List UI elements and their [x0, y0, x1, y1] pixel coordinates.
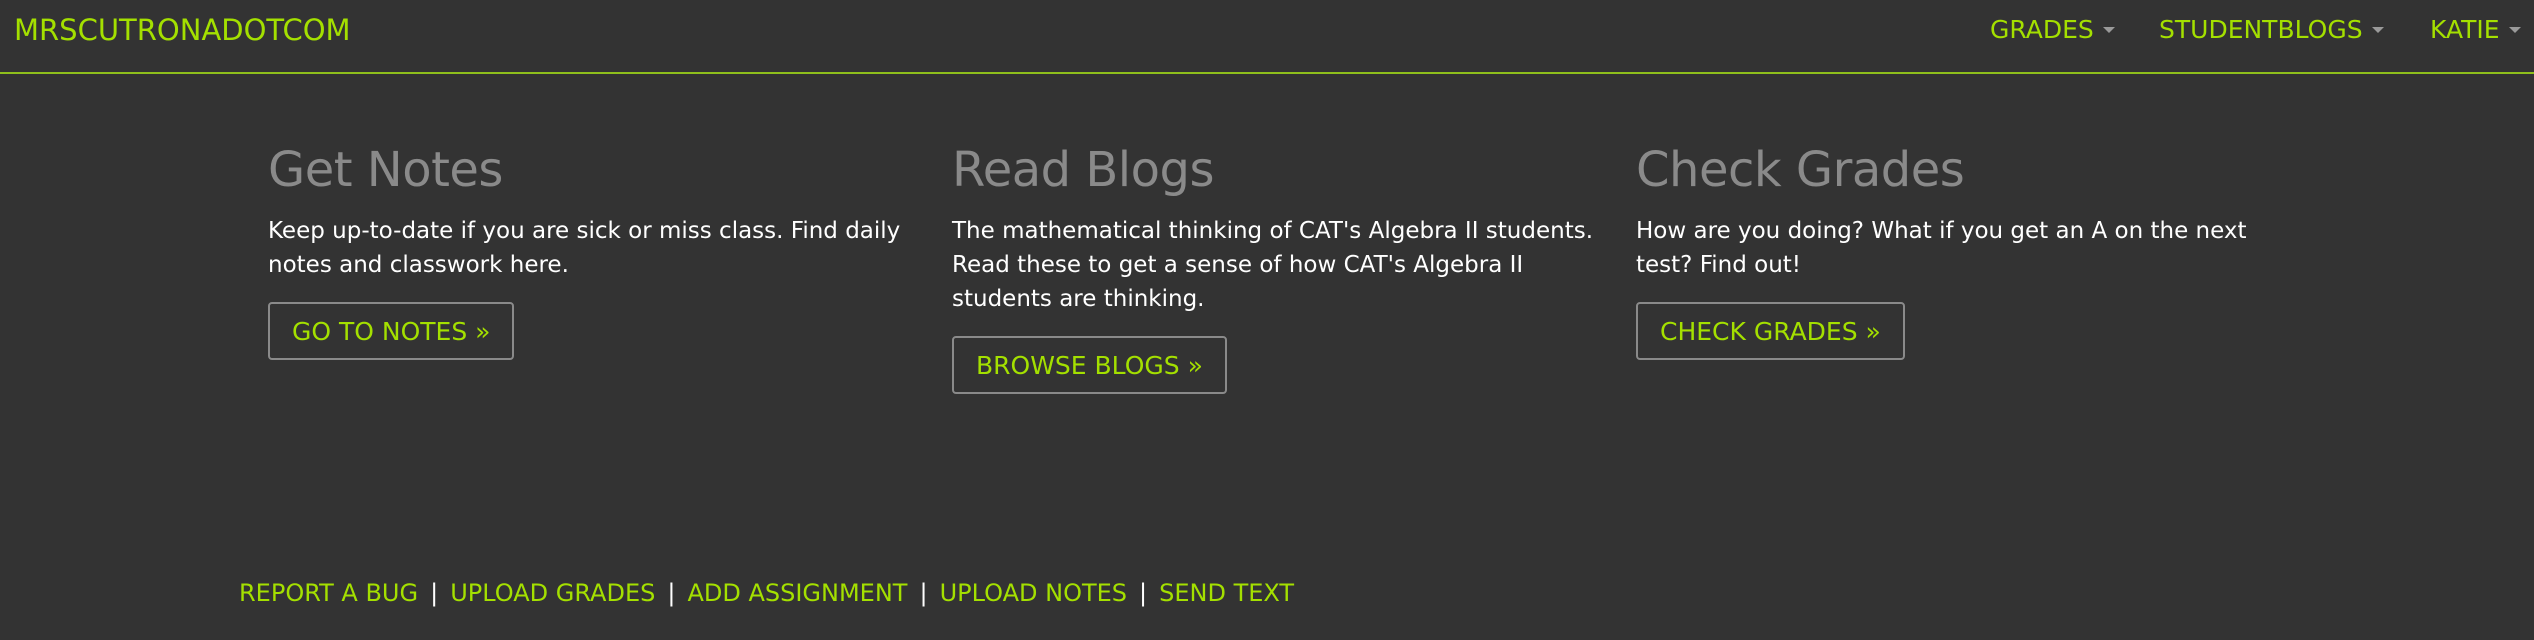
send-text-link[interactable]: SEND TEXT: [1159, 579, 1294, 607]
blogs-section: Read Blogs The mathematical thinking of …: [952, 138, 1602, 394]
report-bug-link[interactable]: REPORT A BUG: [239, 579, 418, 607]
caret-down-icon: [2508, 27, 2521, 33]
notes-heading: Get Notes: [268, 142, 503, 198]
go-to-notes-button[interactable]: GO TO NOTES »: [268, 302, 515, 360]
footer-separator: |: [667, 579, 676, 607]
nav-studentblogs-label: STUDENTBLOGS: [2159, 15, 2363, 44]
nav-dropdown-studentblogs[interactable]: STUDENTBLOGS: [2159, 12, 2384, 48]
blogs-description: The mathematical thinking of CAT's Algeb…: [952, 218, 1594, 312]
notes-section: Get Notes Keep up-to-date if you are sic…: [268, 138, 918, 360]
caret-down-icon: [2371, 27, 2384, 33]
add-assignment-link[interactable]: ADD ASSIGNMENT: [687, 579, 907, 607]
notes-description: Keep up-to-date if you are sick or miss …: [268, 218, 901, 278]
nav-dropdown-user[interactable]: KATIE: [2430, 12, 2521, 48]
caret-down-icon: [2102, 27, 2115, 33]
top-navbar: MRSCUTRONADOTCOM GRADES STUDENTBLOGS KAT…: [0, 0, 2534, 74]
upload-notes-link[interactable]: UPLOAD NOTES: [940, 579, 1127, 607]
browse-blogs-button[interactable]: BROWSE BLOGS »: [952, 336, 1227, 394]
site-brand-link[interactable]: MRSCUTRONADOTCOM: [14, 12, 351, 48]
footer-separator: |: [1139, 579, 1148, 607]
footer-separator: |: [430, 579, 439, 607]
check-grades-button[interactable]: CHECK GRADES »: [1636, 302, 1905, 360]
upload-grades-link[interactable]: UPLOAD GRADES: [450, 579, 655, 607]
blogs-heading: Read Blogs: [952, 142, 1214, 198]
footer-links: REPORT A BUG | UPLOAD GRADES | ADD ASSIGNMEN…: [239, 576, 1294, 610]
footer-separator: |: [919, 579, 928, 607]
grades-section: Check Grades How are you doing? What if …: [1636, 138, 2286, 360]
nav-user-label: KATIE: [2430, 15, 2500, 44]
grades-description: How are you doing? What if you get an A …: [1636, 218, 2247, 278]
nav-grades-label: GRADES: [1990, 15, 2094, 44]
grades-heading: Check Grades: [1636, 142, 1965, 198]
nav-dropdown-grades[interactable]: GRADES: [1990, 12, 2115, 48]
